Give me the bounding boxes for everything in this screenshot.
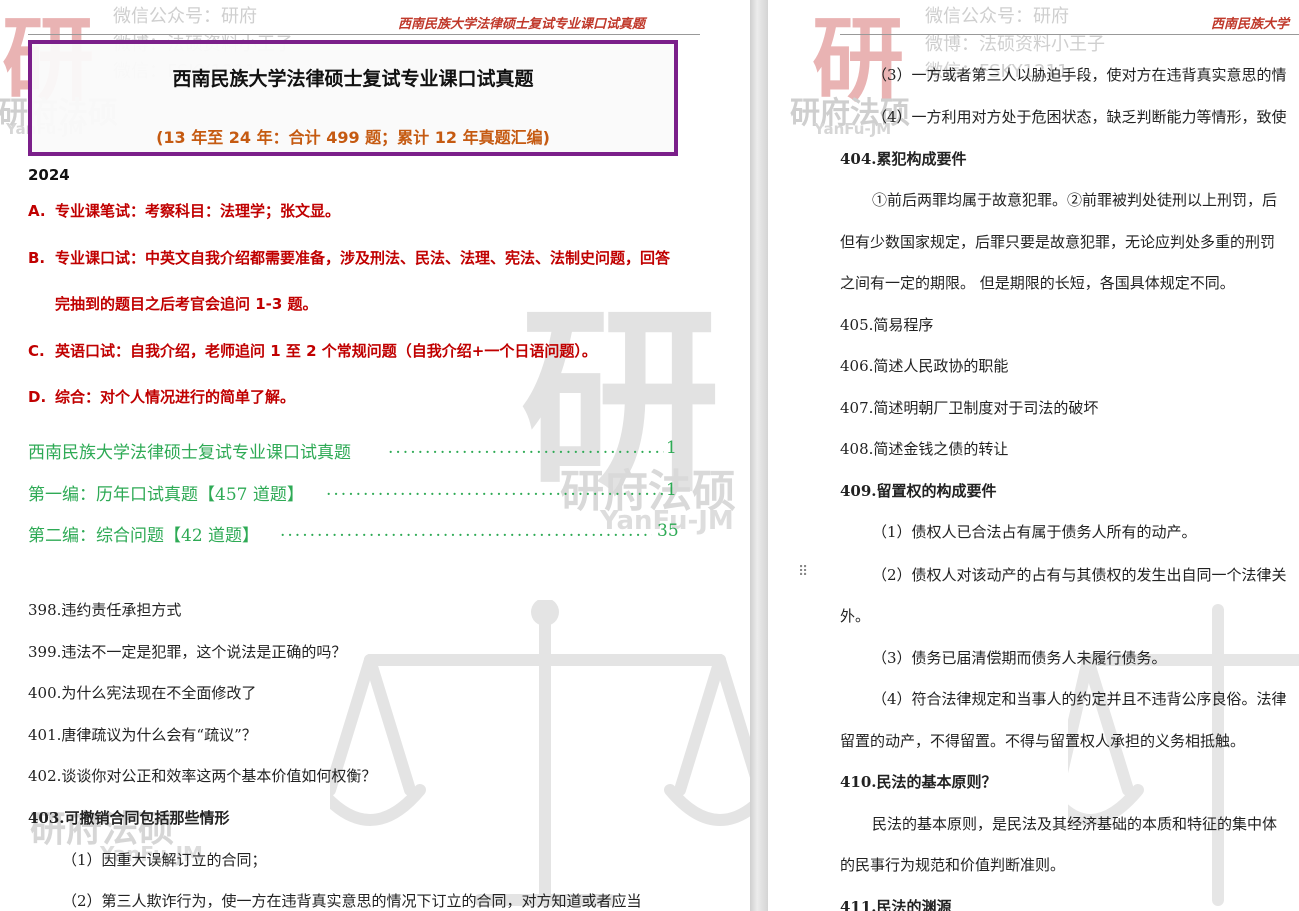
answer-line: 外。 <box>840 607 871 625</box>
requirement-item: D. 综合：对个人情况进行的简单了解。 <box>28 388 296 406</box>
watermark-wechat: 微信公众号：研府 <box>113 6 257 27</box>
header-divider <box>840 34 1299 35</box>
document-page-right: 研 研府法硕 YanFu-JM 微信公众号：研府 微博：法硕资料小王子 微信：F… <box>768 0 1299 911</box>
answer-line: （1）债权人已合法占有属于债务人所有的动产。 <box>872 523 1197 541</box>
answer-line: （3）债务已届清偿期而债务人未履行债务。 <box>872 649 1167 667</box>
page-gutter <box>750 0 768 911</box>
running-header: 西南民族大学 <box>1211 17 1290 32</box>
block-drag-handle-icon[interactable]: ⠿ <box>798 564 808 580</box>
answer-line: （4）一方利用对方处于危困状态，缺乏判断能力等情形，致使 <box>872 108 1287 126</box>
answer-line: （4）符合法律规定和当事人的约定并且不违背公序良俗。法律 <box>872 690 1287 708</box>
answer-line: 的民事行为规范和价值判断准则。 <box>840 856 1066 874</box>
watermark-wechat: 微信公众号：研府 <box>925 6 1069 27</box>
answer-line: （3）一方或者第三人以胁迫手段，使对方在违背真实意思的情 <box>872 66 1287 84</box>
requirement-item: 完抽到的题目之后考官会追问 1-3 题。 <box>55 295 318 313</box>
question-line: 399.违法不一定是犯罪，这个说法是正确的吗？ <box>28 643 347 661</box>
requirement-item: B. 专业课口试：中英文自我介绍都需要准备，涉及刑法、民法、法理、宪法、法制史问题… <box>28 249 671 267</box>
answer-line: 民法的基本原则，是民法及其经济基础的本质和特征的集中体 <box>872 815 1278 833</box>
running-header: 西南民族大学法律硕士复试专业课口试真题 <box>398 17 646 32</box>
requirement-item: C. 英语口试：自我介绍，老师追问 1 至 2 个常规问题（自我介绍+一个日语问题… <box>28 342 597 360</box>
toc-entry-page[interactable]: 1 <box>666 480 677 500</box>
question-line: 398.违约责任承担方式 <box>28 601 182 619</box>
answer-line: 但有少数国家规定，后罪只要是故意犯罪，无论应判处多重的刑罚 <box>840 233 1276 251</box>
toc-entry-page[interactable]: 35 <box>657 521 679 541</box>
toc-entry-label[interactable]: 西南民族大学法律硕士复试专业课口试真题 <box>28 438 351 463</box>
question-heading: 409.留置权的构成要件 <box>840 482 997 500</box>
question-line: 400.为什么宪法现在不全面修改了 <box>28 684 257 702</box>
question-line: 408.简述金钱之债的转让 <box>840 440 1009 458</box>
toc-entry-label[interactable]: 第一编：历年口试真题【457 道题】 <box>28 480 304 505</box>
question-heading: 410.民法的基本原则？ <box>840 773 997 791</box>
header-divider <box>28 34 700 35</box>
toc-entry-label[interactable]: 第二编：综合问题【42 道题】 <box>28 521 259 546</box>
answer-line: 留置的动产，不得留置。不得与留置权人承担的义务相抵触。 <box>840 732 1246 750</box>
question-line: 407.简述明朝厂卫制度对于司法的破坏 <box>840 399 1099 417</box>
toc-leader: ........................................… <box>326 480 664 500</box>
title-box: 西南民族大学法律硕士复试专业课口试真题 (13 年至 24 年：合计 499 题… <box>28 40 678 156</box>
question-heading: 404.累犯构成要件 <box>840 150 967 168</box>
question-line: 405.简易程序 <box>840 316 934 334</box>
document-subtitle: (13 年至 24 年：合计 499 题；累计 12 年真题汇编) <box>156 128 550 147</box>
answer-line: ①前后两罪均属于故意犯罪。②前罪被判处徒刑以上刑罚，后 <box>872 191 1278 209</box>
answer-line: 之间有一定的期限。 但是期限的长短，各国具体规定不同。 <box>840 274 1235 292</box>
toc-entry-page[interactable]: 1 <box>666 438 677 458</box>
question-heading: 411.民法的渊源 <box>840 898 952 911</box>
toc-leader: ........................................… <box>388 438 664 458</box>
question-heading: 403.可撤销合同包括那些情形 <box>28 809 230 827</box>
question-line: 402.谈谈你对公正和效率这两个基本价值如何权衡？ <box>28 767 377 785</box>
answer-line: （2）第三人欺诈行为，使一方在违背真实意思的情况下订立的合同，对方知道或者应当 <box>62 892 642 910</box>
year-heading: 2024 <box>28 166 70 184</box>
document-page-left: 研 研府法硕 YanFu-JM 微信公众号：研府 微博：法硕资料小王子 微信：F… <box>0 0 750 911</box>
toc-leader: ........................................… <box>280 521 652 541</box>
answer-line: （1）因重大误解订立的合同； <box>62 851 267 869</box>
requirement-item: A. 专业课笔试：考察科目：法理学；张文显。 <box>28 202 341 220</box>
answer-line: （2）债权人对该动产的占有与其债权的发生出自同一个法律关 <box>872 566 1287 584</box>
question-line: 401.唐律疏议为什么会有“疏议”？ <box>28 726 257 744</box>
question-line: 406.简述人民政协的职能 <box>840 357 1009 375</box>
scale-watermark-icon <box>330 600 750 906</box>
document-title: 西南民族大学法律硕士复试专业课口试真题 <box>172 68 534 90</box>
